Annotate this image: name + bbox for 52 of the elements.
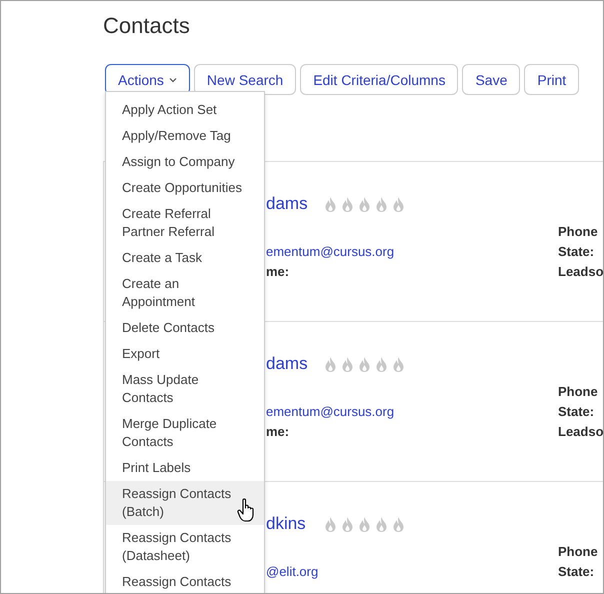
flame-icon (358, 196, 371, 213)
email-link[interactable]: ementum@cursus.org (266, 244, 394, 259)
field-label: State: (558, 244, 596, 260)
contact-name-link[interactable]: dams (266, 194, 308, 214)
menu-item[interactable]: Merge Duplicate Contacts (106, 411, 264, 455)
flame-icon (341, 196, 354, 213)
toolbar-button[interactable]: Edit Criteria/Columns (300, 64, 458, 95)
field-label: Leadso (558, 264, 603, 280)
flame-icon (375, 196, 388, 213)
flame-icon (392, 516, 405, 533)
field-label: Phone (558, 384, 599, 400)
menu-item[interactable]: Mass Update Contacts (106, 367, 264, 411)
flame-icon (341, 356, 354, 373)
menu-item[interactable]: Delete Contacts (106, 315, 264, 341)
menu-item[interactable]: Create a Task (106, 245, 264, 271)
flame-icon (392, 356, 405, 373)
field-label: State: (558, 564, 596, 580)
flame-icon (392, 196, 405, 213)
flame-icon (375, 356, 388, 373)
flame-icon (375, 516, 388, 533)
toolbar-button[interactable]: New Search (194, 64, 296, 95)
menu-item[interactable]: Create Referral Partner Referral (106, 201, 264, 245)
menu-item[interactable]: Reassign Contacts (Batch) (106, 481, 264, 525)
flame-icon (341, 516, 354, 533)
contact-name-link[interactable]: dkins (266, 514, 306, 534)
field-label: me: (266, 424, 290, 439)
flame-icon (324, 516, 337, 533)
flame-icon (324, 196, 337, 213)
contact-name-link[interactable]: dams (266, 354, 308, 374)
email-link[interactable]: @elit.org (266, 564, 318, 579)
menu-item[interactable]: Reassign Contacts (Datasheet) (106, 525, 264, 569)
toolbar-button[interactable]: Print (524, 64, 580, 95)
menu-item[interactable]: Create an Appointment (106, 271, 264, 315)
field-label: Phone (558, 544, 598, 560)
menu-item[interactable]: Print Labels (106, 455, 264, 481)
email-link[interactable]: ementum@cursus.org (266, 404, 394, 419)
menu-item[interactable]: Apply Action Set (106, 97, 264, 123)
chevron-down-icon (168, 76, 177, 82)
menu-item[interactable]: Assign to Company (106, 149, 264, 175)
flame-icon (324, 356, 337, 373)
toolbar-button[interactable]: Save (462, 64, 520, 95)
flame-icon (358, 356, 371, 373)
menu-item[interactable]: Reassign Contacts (106, 569, 264, 593)
menu-item[interactable]: Create Opportunities (106, 175, 264, 201)
flame-icon (358, 516, 371, 533)
field-label: State: (558, 404, 596, 420)
field-label: Phone (558, 224, 599, 240)
field-label: me: (266, 264, 290, 279)
menu-item[interactable]: Apply/Remove Tag (106, 123, 264, 149)
page-title: Contacts (103, 13, 190, 39)
menu-item[interactable]: Export (106, 341, 264, 367)
field-label: Leadso (558, 424, 603, 440)
